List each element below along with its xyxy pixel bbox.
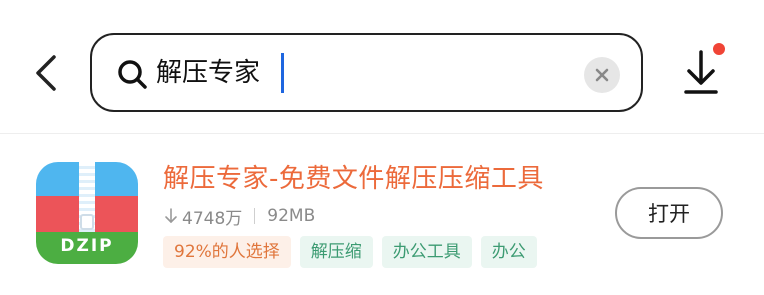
search-input[interactable] (156, 53, 576, 93)
close-icon (595, 68, 609, 82)
app-icon-label: DZIP (60, 236, 114, 256)
search-header (0, 0, 764, 133)
download-count: 4748万 (182, 208, 243, 229)
chevron-left-icon (36, 55, 56, 91)
back-button[interactable] (26, 50, 66, 96)
notification-dot (713, 43, 725, 55)
app-meta: 4748万 92MB (163, 204, 316, 229)
tag-item: 办公工具 (381, 236, 472, 268)
open-button[interactable]: 打开 (615, 187, 723, 239)
search-icon (118, 60, 147, 89)
app-size: 92MB (267, 206, 316, 226)
tag-item: 解压缩 (299, 236, 373, 268)
clear-search-button[interactable] (584, 57, 620, 93)
meta-separator (254, 208, 256, 224)
app-icon[interactable]: DZIP (36, 162, 138, 264)
app-title[interactable]: 解压专家-免费文件解压压缩工具 (163, 158, 544, 195)
zipper-pull-icon (80, 214, 94, 230)
app-result-item[interactable]: DZIP 解压专家-免费文件解压压缩工具 4748万 92MB 92%的人选择 … (0, 134, 764, 295)
text-cursor (281, 53, 284, 93)
tag-item: 办公 (480, 236, 537, 268)
tag-list: 92%的人选择 解压缩 办公工具 办公 (163, 236, 537, 268)
tag-item: 92%的人选择 (163, 236, 291, 268)
download-count-icon (165, 208, 177, 223)
search-box[interactable] (90, 33, 643, 112)
